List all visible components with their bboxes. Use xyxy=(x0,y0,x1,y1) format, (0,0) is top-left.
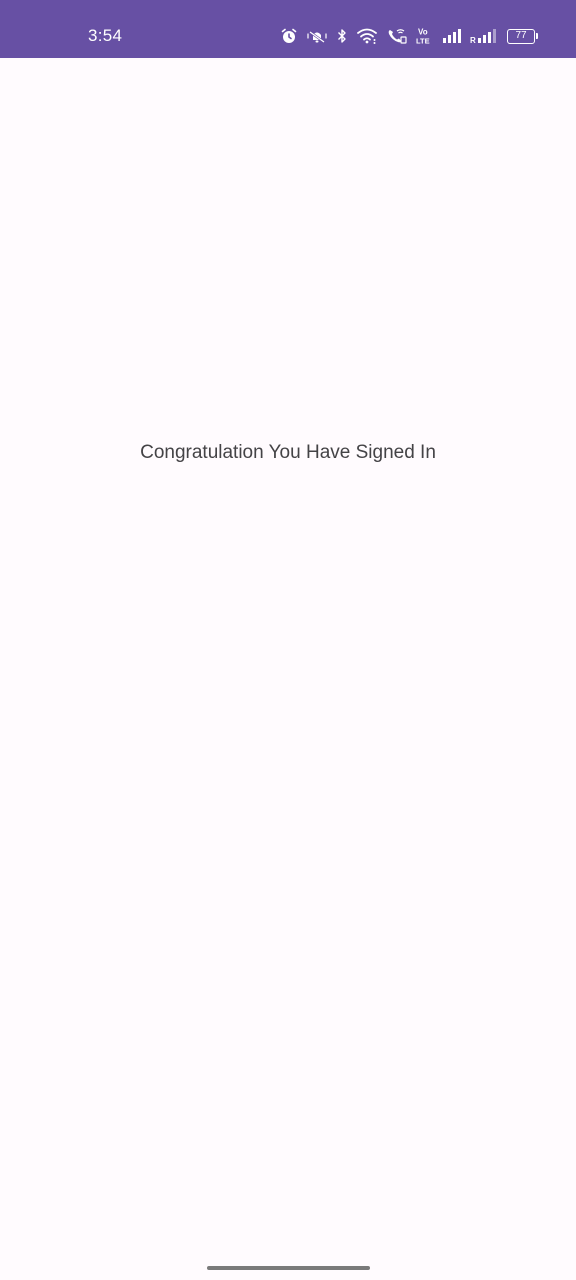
gesture-navigation-handle[interactable] xyxy=(207,1266,370,1270)
screen: 3:54 Vo LTE R 77 Congratulation You Have… xyxy=(0,0,576,1280)
signal-roaming-icon: R xyxy=(470,26,498,46)
wifi-icon xyxy=(356,26,378,46)
bluetooth-icon xyxy=(337,26,347,46)
status-time: 3:54 xyxy=(88,26,123,45)
signed-in-message: Congratulation You Have Signed In xyxy=(140,442,436,463)
volte-label-bottom: LTE xyxy=(416,37,430,46)
battery-icon: 77 xyxy=(507,26,538,46)
vibrate-icon xyxy=(306,26,328,46)
volte-icon: Vo LTE xyxy=(416,26,434,46)
roaming-label: R xyxy=(470,36,476,44)
battery-tip xyxy=(536,33,538,39)
signal-icon xyxy=(443,26,461,46)
wifi-calling-icon xyxy=(387,26,407,46)
status-icons: Vo LTE R 77 xyxy=(281,26,538,46)
alarm-icon xyxy=(281,26,297,46)
volte-label-top: Vo xyxy=(418,28,428,37)
battery-level: 77 xyxy=(507,28,535,44)
status-bar: 3:54 Vo LTE R 77 xyxy=(0,0,576,58)
